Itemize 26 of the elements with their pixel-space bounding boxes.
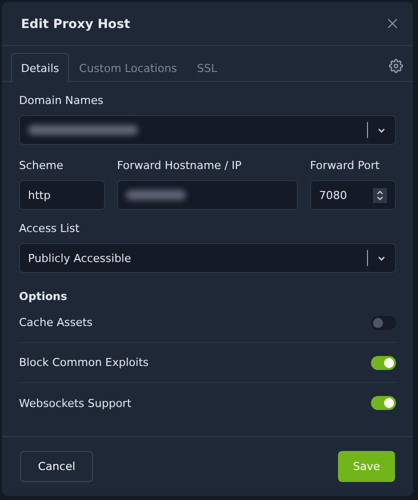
hostname-field[interactable] bbox=[117, 180, 298, 210]
spinner-icon[interactable] bbox=[373, 188, 387, 202]
field-label: Access List bbox=[19, 222, 80, 235]
toggle-switch[interactable] bbox=[371, 356, 396, 370]
section-title: Options bbox=[19, 290, 68, 303]
cancel-button[interactable]: Cancel bbox=[20, 451, 94, 482]
toggle-switch[interactable] bbox=[371, 396, 396, 410]
field-label: Domain Names bbox=[19, 94, 104, 107]
field-label: Forward Hostname / IP bbox=[117, 159, 243, 172]
option-label: Block Common Exploits bbox=[19, 356, 149, 369]
field-label: Scheme bbox=[19, 159, 64, 172]
close-icon[interactable] bbox=[386, 17, 399, 30]
field-label: Forward Port bbox=[310, 159, 381, 172]
tab[interactable]: SSL bbox=[187, 53, 228, 82]
blurred-value-icon bbox=[126, 190, 186, 200]
tab[interactable]: Custom Locations bbox=[69, 53, 188, 82]
tab[interactable]: Details bbox=[11, 53, 70, 82]
scheme-field[interactable]: http bbox=[19, 180, 105, 210]
settings-icon[interactable] bbox=[389, 59, 403, 73]
dialog-title: Edit Proxy Host bbox=[21, 16, 130, 31]
port-field[interactable]: 7080 bbox=[310, 180, 396, 210]
toggle-switch[interactable] bbox=[371, 316, 396, 330]
access-list-select[interactable]: Publicly Accessible bbox=[19, 243, 396, 273]
blurred-value-icon bbox=[28, 125, 138, 135]
option-label: Cache Assets bbox=[19, 316, 93, 329]
option-label: Websockets Support bbox=[19, 396, 132, 410]
